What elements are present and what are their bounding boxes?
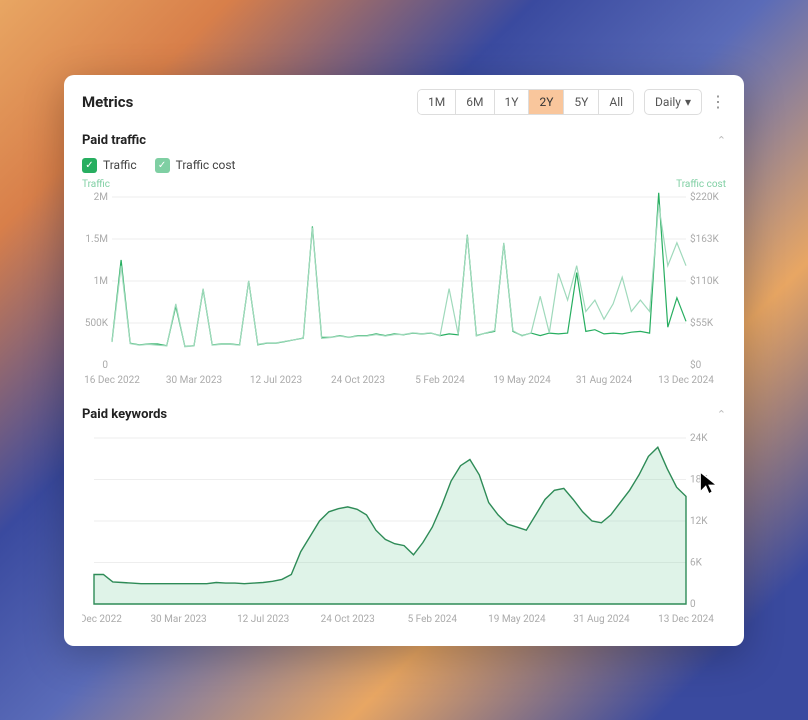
collapse-icon[interactable]: ⌃ [717, 134, 726, 147]
frequency-select[interactable]: Daily ▾ [644, 89, 702, 115]
more-menu-icon[interactable]: ⋮ [710, 92, 726, 111]
svg-text:24 Oct 2023: 24 Oct 2023 [331, 375, 385, 386]
section-paid-keywords: Paid keywords ⌃ 0 6K 12K 18K 24K 16 Dec 2022 3… [82, 407, 726, 628]
axis-right-name: Traffic cost [676, 179, 726, 190]
svg-text:$220K: $220K [690, 190, 719, 203]
svg-text:0: 0 [102, 360, 108, 371]
svg-text:31 Aug 2024: 31 Aug 2024 [576, 375, 633, 386]
svg-text:30 Mar 2023: 30 Mar 2023 [166, 375, 222, 386]
range-1y[interactable]: 1Y [495, 90, 530, 114]
svg-text:2M: 2M [94, 192, 108, 203]
section-paid-traffic: Paid traffic ⌃ ✓ Traffic ✓ Traffic cost … [82, 133, 726, 389]
svg-text:24 Oct 2023: 24 Oct 2023 [321, 614, 375, 625]
legend-label: Traffic [103, 158, 137, 172]
svg-text:5 Feb 2024: 5 Feb 2024 [415, 375, 465, 386]
checkbox-icon: ✓ [155, 158, 170, 173]
metrics-panel: Metrics 1M 6M 1Y 2Y 5Y All Daily ▾ ⋮ Pai… [64, 75, 744, 646]
legend-label: Traffic cost [176, 158, 236, 172]
legend-traffic[interactable]: ✓ Traffic [82, 158, 137, 173]
legend-traffic-cost[interactable]: ✓ Traffic cost [155, 158, 236, 173]
svg-text:12 Jul 2023: 12 Jul 2023 [250, 375, 302, 386]
svg-text:30 Mar 2023: 30 Mar 2023 [150, 614, 206, 625]
range-all[interactable]: All [599, 90, 633, 114]
svg-text:$0: $0 [690, 358, 702, 371]
chart-paid-keywords: 0 6K 12K 18K 24K 16 Dec 2022 30 Mar 2023 12 Jul… [82, 428, 726, 628]
checkbox-icon: ✓ [82, 158, 97, 173]
svg-text:5 Feb 2024: 5 Feb 2024 [408, 614, 458, 625]
svg-text:13 Dec 2024: 13 Dec 2024 [658, 614, 714, 625]
svg-text:31 Aug 2024: 31 Aug 2024 [573, 614, 630, 625]
svg-text:19 May 2024: 19 May 2024 [488, 614, 546, 625]
range-6m[interactable]: 6M [456, 90, 494, 114]
svg-text:0: 0 [690, 599, 696, 610]
range-1m[interactable]: 1M [418, 90, 456, 114]
svg-text:18K: 18K [690, 474, 708, 485]
svg-text:19 May 2024: 19 May 2024 [493, 375, 551, 386]
legend: ✓ Traffic ✓ Traffic cost [82, 158, 726, 173]
svg-text:13 Dec 2024: 13 Dec 2024 [658, 375, 714, 386]
section-title: Paid keywords [82, 407, 167, 422]
svg-text:12K: 12K [690, 516, 708, 527]
svg-text:$110K: $110K [690, 274, 719, 287]
svg-text:1M: 1M [94, 276, 108, 287]
toolbar: Metrics 1M 6M 1Y 2Y 5Y All Daily ▾ ⋮ [82, 89, 726, 115]
svg-text:$163K: $163K [690, 232, 719, 245]
svg-text:500K: 500K [85, 318, 109, 329]
chart-paid-traffic: Traffic Traffic cost 0 $0 500K $55K 1M $110K 1… [82, 179, 726, 389]
chevron-down-icon: ▾ [685, 95, 691, 109]
svg-text:24K: 24K [690, 433, 708, 444]
range-5y[interactable]: 5Y [564, 90, 599, 114]
svg-text:1.5M: 1.5M [85, 234, 108, 245]
svg-text:16 Dec 2022: 16 Dec 2022 [82, 614, 122, 625]
panel-title: Metrics [82, 93, 133, 111]
collapse-icon[interactable]: ⌃ [717, 408, 726, 421]
time-range-group: 1M 6M 1Y 2Y 5Y All [417, 89, 634, 115]
range-2y[interactable]: 2Y [529, 90, 564, 114]
svg-text:6K: 6K [690, 557, 703, 568]
svg-text:$55K: $55K [690, 316, 714, 329]
svg-text:16 Dec 2022: 16 Dec 2022 [84, 375, 140, 386]
axis-left-name: Traffic [82, 179, 110, 190]
section-title: Paid traffic [82, 133, 146, 148]
svg-text:12 Jul 2023: 12 Jul 2023 [237, 614, 289, 625]
frequency-label: Daily [655, 95, 681, 109]
